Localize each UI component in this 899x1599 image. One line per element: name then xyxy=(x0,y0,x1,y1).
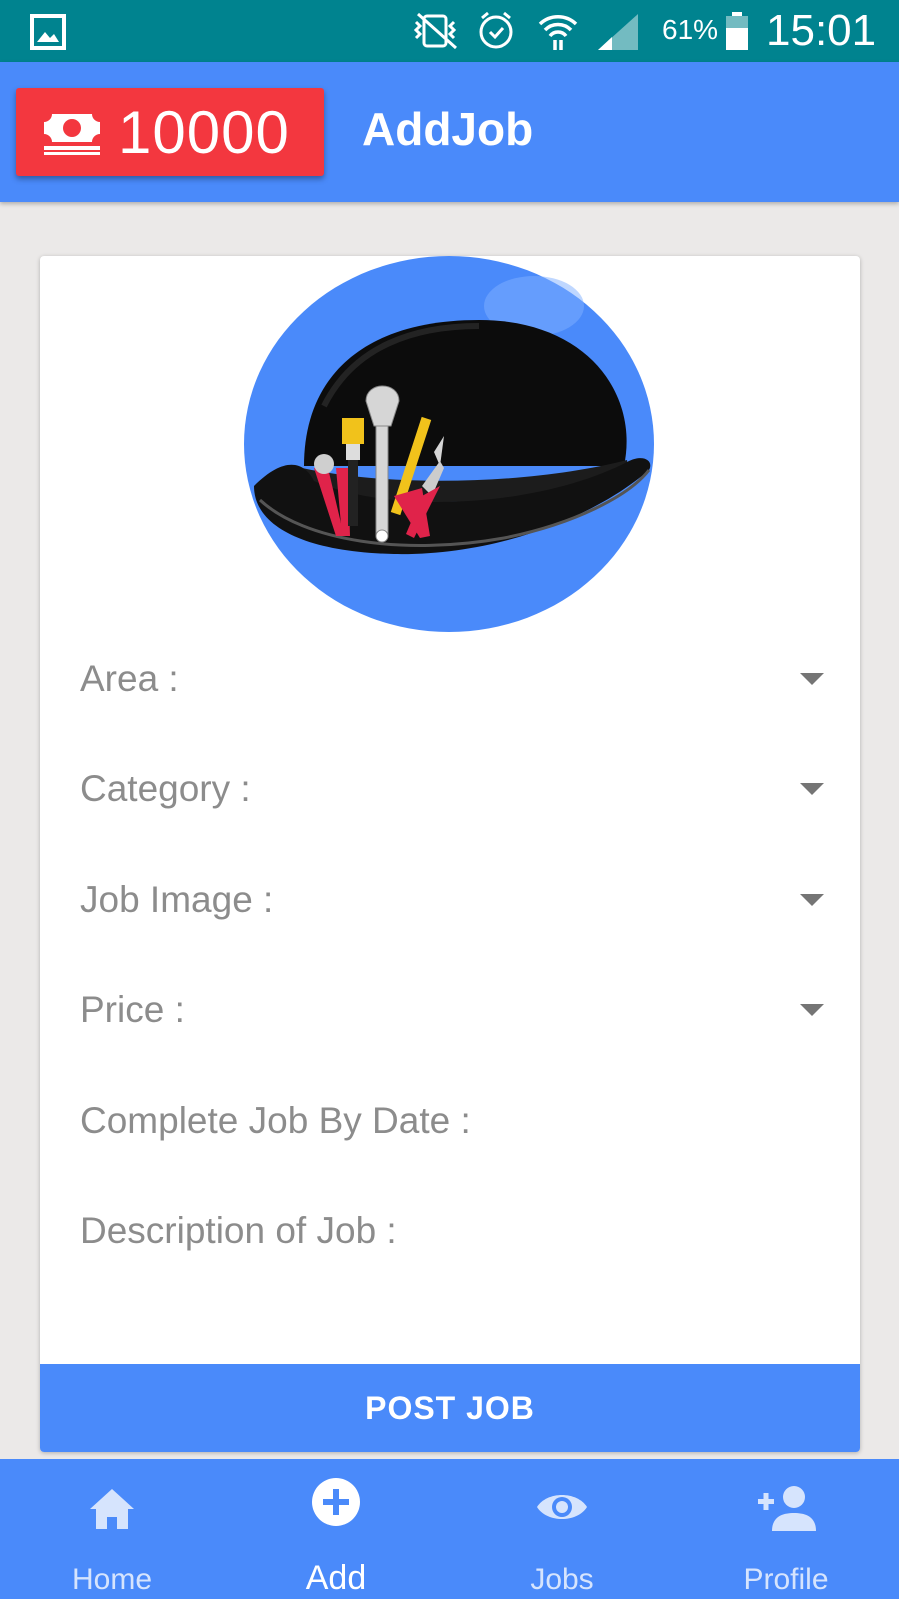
nav-add[interactable]: Add xyxy=(224,1459,448,1599)
bottom-navigation: Home Add Jobs Profile xyxy=(0,1459,899,1599)
add-job-card: Area : Category : Job Image : Price : Co… xyxy=(40,256,860,1452)
price-dropdown[interactable]: Price : xyxy=(40,969,860,1049)
gallery-icon xyxy=(30,14,66,50)
description-label: Description of Job : xyxy=(80,1210,397,1251)
nav-profile[interactable]: Profile xyxy=(674,1459,898,1599)
post-job-button[interactable]: POST JOB xyxy=(40,1364,860,1452)
dropdown-arrow-icon[interactable] xyxy=(800,783,824,795)
hat-tools-logo xyxy=(244,256,654,632)
nav-add-label: Add xyxy=(305,1559,367,1597)
balance-amount: 10000 xyxy=(118,98,290,166)
alarm-icon xyxy=(479,11,513,49)
nav-profile-label: Profile xyxy=(743,1563,829,1596)
page-title: AddJob xyxy=(362,103,534,155)
battery-icon xyxy=(726,12,748,50)
category-dropdown[interactable]: Category : xyxy=(40,748,860,828)
status-bar: 61% 15:01 xyxy=(0,0,899,62)
area-dropdown[interactable]: Area : xyxy=(40,638,860,718)
job-image-dropdown[interactable]: Job Image : xyxy=(40,859,860,939)
price-label: Price : xyxy=(80,989,185,1030)
home-icon xyxy=(90,1489,134,1529)
clock: 15:01 xyxy=(766,6,877,55)
complete-by-date-field[interactable]: Complete Job By Date : xyxy=(40,1080,860,1160)
signal-icon xyxy=(598,14,638,50)
job-image-label: Job Image : xyxy=(80,879,274,920)
nav-home-label: Home xyxy=(71,1563,153,1596)
add-person-icon xyxy=(758,1486,816,1531)
battery-percentage: 61% xyxy=(662,14,719,45)
wifi-icon xyxy=(538,15,578,50)
nav-jobs[interactable]: Jobs xyxy=(450,1459,674,1599)
nav-jobs-label: Jobs xyxy=(530,1563,594,1596)
eye-icon xyxy=(537,1495,587,1519)
area-label: Area : xyxy=(80,658,179,699)
complete-by-date-label: Complete Job By Date : xyxy=(80,1100,471,1141)
category-label: Category : xyxy=(80,768,251,809)
description-field[interactable]: Description of Job : xyxy=(40,1190,860,1270)
money-icon xyxy=(44,114,100,155)
dropdown-arrow-icon[interactable] xyxy=(800,894,824,906)
vibrate-icon xyxy=(413,12,458,50)
app-bar: 10000 AddJob xyxy=(0,62,899,202)
nav-home[interactable]: Home xyxy=(0,1459,224,1599)
dropdown-arrow-icon[interactable] xyxy=(800,1004,824,1016)
status-icons xyxy=(413,11,638,50)
balance-badge[interactable]: 10000 xyxy=(16,88,324,176)
dropdown-arrow-icon[interactable] xyxy=(800,673,824,685)
add-circle-icon xyxy=(312,1478,360,1526)
